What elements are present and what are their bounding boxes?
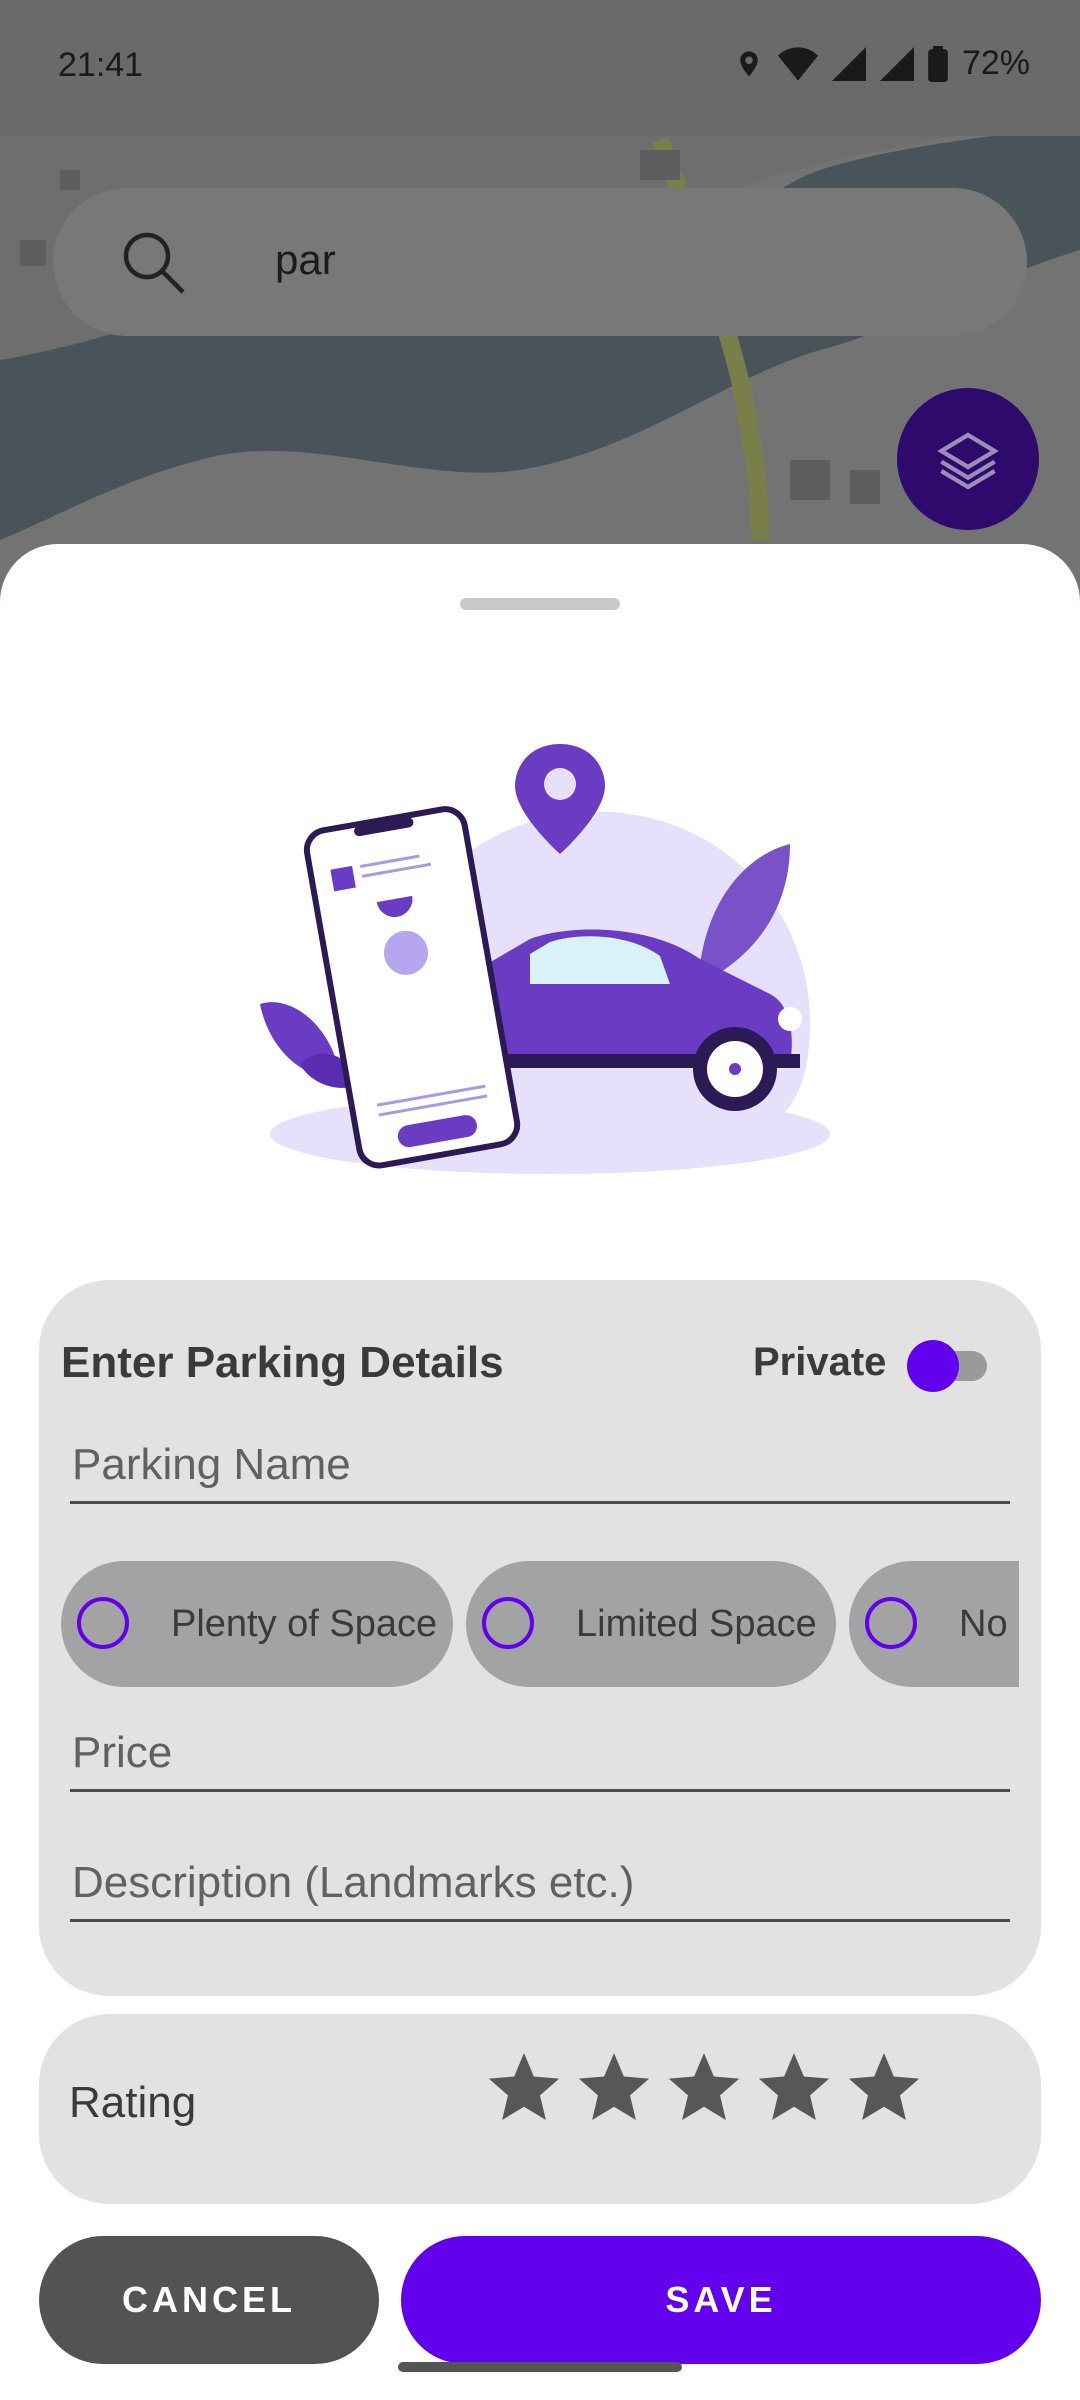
parking-name-placeholder: Parking Name xyxy=(72,1440,351,1489)
rating-label: Rating xyxy=(69,2078,197,2127)
description-placeholder: Description (Landmarks etc.) xyxy=(72,1858,635,1907)
cancel-button[interactable]: CANCEL xyxy=(39,2236,379,2364)
space-option-limited[interactable]: Limited Space xyxy=(466,1561,836,1687)
location-icon xyxy=(740,51,758,76)
parking-bottom-sheet: Enter Parking Details Private Parking Na… xyxy=(0,544,1080,2400)
rating-stars xyxy=(487,2050,921,2124)
layers-button[interactable] xyxy=(897,388,1039,530)
parking-illustration xyxy=(260,744,830,1174)
details-title: Enter Parking Details xyxy=(61,1338,504,1387)
space-option-label: Limited Space xyxy=(576,1603,817,1645)
parking-details-card: Enter Parking Details Private Parking Na… xyxy=(39,1280,1041,1996)
private-toggle[interactable] xyxy=(907,1338,989,1392)
space-options: Plenty of Space Limited Space No S xyxy=(61,1561,1019,1687)
gesture-nav-bar[interactable] xyxy=(398,2362,682,2372)
star-icon[interactable] xyxy=(577,2050,651,2124)
battery-percent: 72% xyxy=(961,44,1030,82)
radio-icon xyxy=(77,1597,129,1649)
signal-icon xyxy=(879,46,914,81)
star-icon[interactable] xyxy=(667,2050,741,2124)
battery-icon xyxy=(928,45,948,82)
price-placeholder: Price xyxy=(72,1728,173,1777)
toggle-thumb xyxy=(907,1340,959,1392)
space-option-none[interactable]: No S xyxy=(849,1561,1019,1687)
search-icon xyxy=(123,232,185,294)
star-icon[interactable] xyxy=(487,2050,561,2124)
description-field[interactable]: Description (Landmarks etc.) xyxy=(70,1838,1010,1922)
space-option-plenty[interactable]: Plenty of Space xyxy=(61,1561,453,1687)
status-bar: 21:41 72% xyxy=(0,0,1080,136)
search-input[interactable]: par xyxy=(275,236,336,284)
status-time: 21:41 xyxy=(58,46,144,84)
search-bar[interactable]: par xyxy=(53,188,1027,336)
status-icons: 72% xyxy=(734,44,1030,83)
layers-icon xyxy=(937,432,999,490)
star-icon[interactable] xyxy=(847,2050,921,2124)
space-option-label: Plenty of Space xyxy=(171,1603,438,1645)
star-icon[interactable] xyxy=(757,2050,831,2124)
price-field[interactable]: Price xyxy=(70,1708,1010,1792)
space-option-label: No S xyxy=(959,1603,1019,1645)
radio-icon xyxy=(865,1597,917,1649)
private-label: Private xyxy=(753,1340,887,1384)
wifi-icon xyxy=(777,46,818,81)
save-button[interactable]: SAVE xyxy=(401,2236,1041,2364)
signal-icon xyxy=(831,46,866,81)
parking-name-field[interactable]: Parking Name xyxy=(70,1420,1010,1504)
sheet-drag-handle[interactable] xyxy=(460,598,620,610)
rating-card: Rating xyxy=(39,2014,1041,2204)
radio-icon xyxy=(482,1597,534,1649)
